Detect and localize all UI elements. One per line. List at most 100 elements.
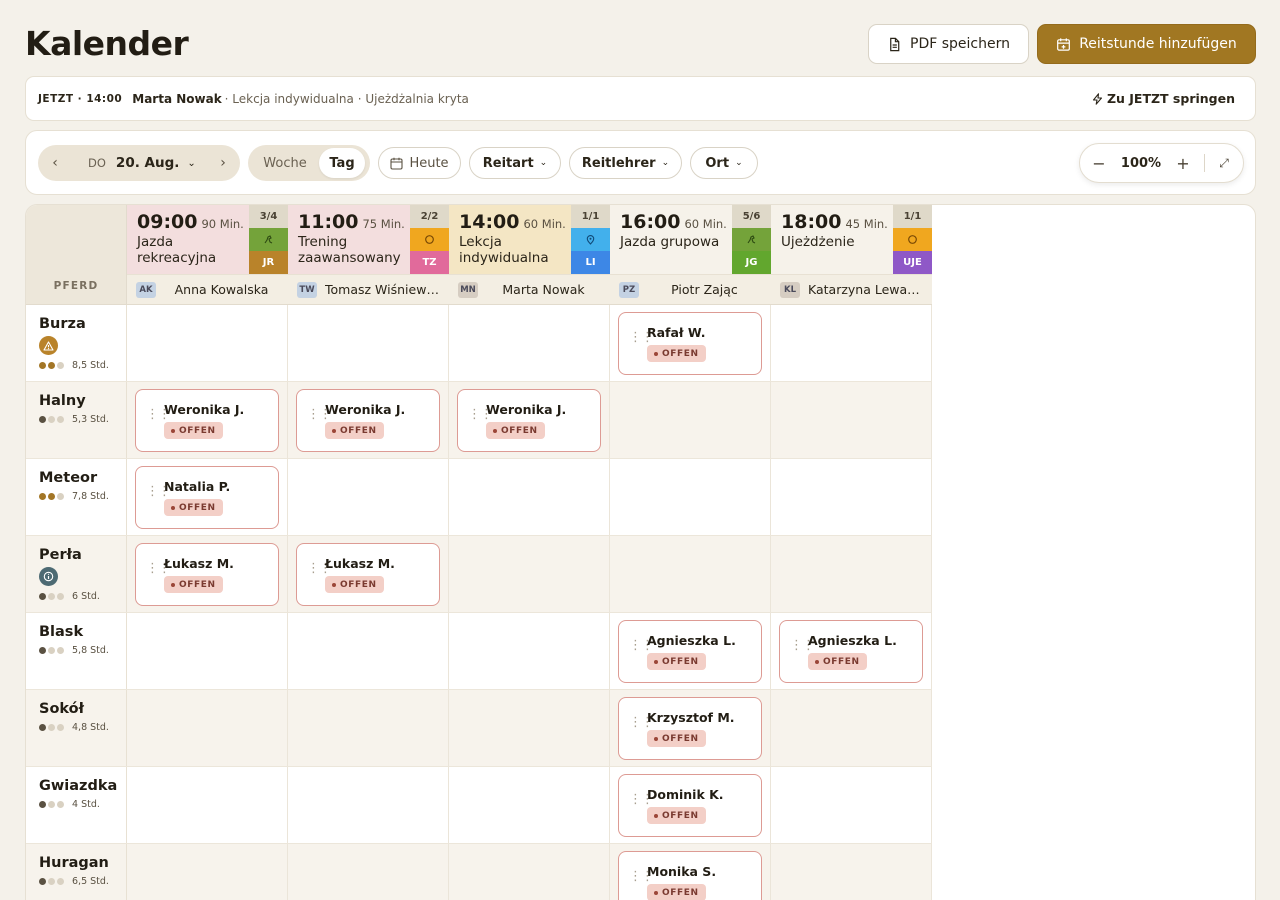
horse-row: Halny 5,3 Std. ⋮⋮ Weronika J. OFFEN ⋮⋮ Weronik… (26, 382, 932, 459)
zoom-out-button[interactable]: − (1080, 154, 1118, 173)
chevron-down-icon: ⌄ (661, 158, 670, 168)
fullscreen-icon[interactable]: ⤢ (1205, 156, 1243, 171)
lesson-header[interactable]: 09:00 90 Min. Jazda rekreacyjna 3/4 JR AK Anna… (127, 205, 288, 305)
teacher-avatar: PZ (619, 281, 639, 298)
lesson-teacher: AK Anna Kowalska (127, 274, 288, 305)
pdf-save-button[interactable]: PDF speichern (868, 24, 1029, 64)
level-dot (57, 362, 64, 369)
horse-hours: 5,3 Std. (72, 414, 109, 425)
booking-card[interactable]: ⋮⋮ Natalia P. OFFEN (135, 466, 279, 529)
horse-hours: 6,5 Std. (72, 876, 109, 887)
filter-lesson-type[interactable]: Reitart ⌄ (469, 147, 561, 179)
level-dot (48, 493, 55, 500)
booking-card[interactable]: ⋮⋮ Łukasz M. OFFEN (296, 543, 440, 606)
lesson-side-badges: 5/6 JG (732, 205, 771, 274)
column-divider (287, 767, 288, 843)
column-divider (931, 767, 932, 843)
column-divider (609, 844, 610, 900)
prev-day-button[interactable]: ‹ (38, 155, 72, 171)
calendar-icon (390, 157, 403, 170)
horse-header[interactable]: Meteor 7,8 Std. (26, 459, 127, 535)
lesson-summary: 09:00 90 Min. Jazda rekreacyjna 3/4 JR (127, 205, 288, 274)
jump-to-now-button[interactable]: Zu JETZT springen (1092, 91, 1235, 106)
horse-header[interactable]: Blask 5,8 Std. (26, 613, 127, 689)
horse-header[interactable]: Burza 8,5 Std. (26, 305, 127, 381)
lesson-summary: 16:00 60 Min. Jazda grupowa 5/6 JG (610, 205, 771, 274)
horse-workload: 4,8 Std. (39, 722, 126, 733)
horse-header[interactable]: Halny 5,3 Std. (26, 382, 127, 458)
lesson-header[interactable]: 16:00 60 Min. Jazda grupowa 5/6 JG PZ Piotr Za… (610, 205, 771, 305)
column-divider (609, 305, 610, 381)
booking-card[interactable]: ⋮⋮ Dominik K. OFFEN (618, 774, 762, 837)
horse-row: Perła 6 Std. ⋮⋮ Łukasz M. OFFEN ⋮⋮ Łukasz M. OF… (26, 536, 932, 613)
circle-icon (410, 228, 449, 251)
horse-header[interactable]: Perła 6 Std. (26, 536, 127, 612)
document-icon (890, 37, 900, 51)
horse-header[interactable]: Huragan 6,5 Std. (26, 844, 127, 900)
column-divider (609, 690, 610, 766)
pdf-save-label: PDF speichern (910, 36, 1010, 52)
rider-name: Weronika J. (164, 402, 245, 417)
lesson-side-badges: 1/1 LI (571, 205, 610, 274)
lesson-capacity: 2/2 (410, 205, 449, 228)
booking-card[interactable]: ⋮⋮ Łukasz M. OFFEN (135, 543, 279, 606)
info-icon[interactable] (39, 567, 58, 586)
date-picker[interactable]: 20. Aug. (116, 155, 179, 171)
lesson-time-row: 09:00 90 Min. (137, 211, 249, 233)
chevron-down-icon[interactable]: ⌄ (187, 158, 195, 169)
booking-card[interactable]: ⋮⋮ Krzysztof M. OFFEN (618, 697, 762, 760)
level-dot (48, 416, 55, 423)
jump-to-now-label: Zu JETZT springen (1106, 91, 1235, 106)
today-button[interactable]: Heute (378, 147, 461, 179)
booking-card[interactable]: ⋮⋮ Agnieszka L. OFFEN (779, 620, 923, 683)
column-divider (770, 690, 771, 766)
level-dot (57, 878, 64, 885)
lesson-header[interactable]: 14:00 60 Min. Lekcja indywidualna 1/1 LI MN Ma… (449, 205, 610, 305)
lesson-capacity: 3/4 (249, 205, 288, 228)
filter-teacher[interactable]: Reitlehrer ⌄ (569, 147, 682, 179)
lesson-code: LI (571, 251, 610, 274)
add-lesson-button[interactable]: Reitstunde hinzufügen (1037, 24, 1256, 64)
lesson-time-row: 11:00 75 Min. (298, 211, 410, 233)
column-divider (448, 690, 449, 766)
chevron-down-icon: ⌄ (735, 158, 743, 168)
booking-card[interactable]: ⋮⋮ Weronika J. OFFEN (457, 389, 601, 452)
level-dot (57, 801, 64, 808)
level-dot (39, 593, 46, 600)
booking-card[interactable]: ⋮⋮ Agnieszka L. OFFEN (618, 620, 762, 683)
lesson-header[interactable]: 18:00 45 Min. Ujeżdżenie 1/1 UJE KL Katarzyna … (771, 205, 932, 305)
filter-location[interactable]: Ort ⌄ (690, 147, 758, 179)
column-divider (448, 613, 449, 689)
status-badge: OFFEN (647, 730, 706, 747)
booking-card[interactable]: ⋮⋮ Weronika J. OFFEN (135, 389, 279, 452)
lesson-teacher: MN Marta Nowak (449, 274, 610, 305)
level-dot (39, 801, 46, 808)
status-badge: OFFEN (164, 422, 223, 439)
view-week-option[interactable]: Woche (251, 148, 319, 178)
today-label: Heute (409, 155, 449, 171)
column-divider (287, 459, 288, 535)
status-badge: OFFEN (164, 576, 223, 593)
now-tag: JETZT · 14:00 (38, 92, 123, 105)
booking-card[interactable]: ⋮⋮ Weronika J. OFFEN (296, 389, 440, 452)
zoom-in-button[interactable]: + (1164, 154, 1202, 173)
booking-card[interactable]: ⋮⋮ Rafał W. OFFEN (618, 312, 762, 375)
schedule-grid: PFERD 09:00 90 Min. Jazda rekreacyjna 3/4 JR… (25, 204, 1256, 900)
next-day-button[interactable]: › (206, 155, 240, 171)
booking-card[interactable]: ⋮⋮ Monika S. OFFEN (618, 851, 762, 900)
teacher-avatar: KL (780, 281, 800, 298)
horse-header[interactable]: Sokół 4,8 Std. (26, 690, 127, 766)
warning-icon[interactable] (39, 336, 58, 355)
horse-row: Huragan 6,5 Std. ⋮⋮ Monika S. OFFEN (26, 844, 932, 900)
level-dot (57, 593, 64, 600)
status-badge: OFFEN (647, 807, 706, 824)
view-day-option[interactable]: Tag (319, 148, 365, 178)
lesson-type: Jazda rekreacyjna (137, 234, 217, 266)
horse-header[interactable]: Gwiazdka 4 Std. (26, 767, 127, 843)
rider-name: Krzysztof M. (647, 710, 735, 725)
column-divider (931, 459, 932, 535)
lesson-time-row: 16:00 60 Min. (620, 211, 732, 233)
horse-hours: 4 Std. (72, 799, 100, 810)
rider-name: Weronika J. (486, 402, 567, 417)
lesson-header[interactable]: 11:00 75 Min. Trening zaawansowany 2/2 TZ TW T… (288, 205, 449, 305)
